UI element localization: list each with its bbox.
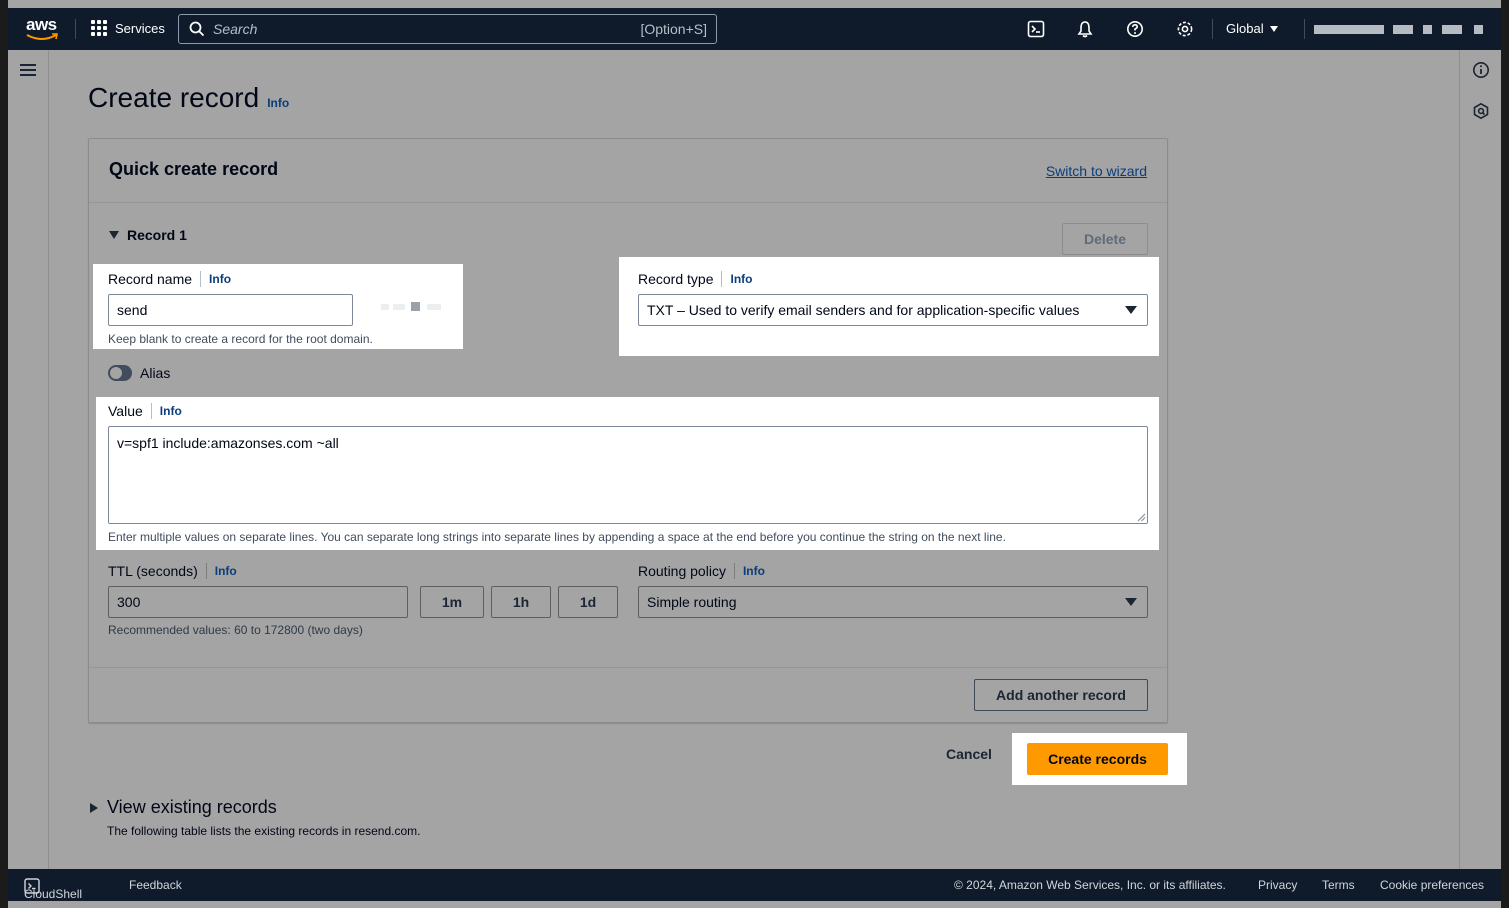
record-name-info-link[interactable]: Info — [209, 272, 231, 286]
resize-handle-icon[interactable] — [1137, 513, 1146, 522]
record-type-value: TXT – Used to verify email senders and f… — [647, 302, 1080, 318]
routing-value: Simple routing — [647, 594, 737, 610]
menu-icon[interactable] — [20, 64, 36, 76]
right-rail — [1459, 50, 1501, 869]
ttl-label-row: TTL (seconds) Info — [108, 563, 237, 579]
caret-down-icon — [109, 231, 119, 239]
info-panel-icon[interactable] — [1472, 61, 1490, 79]
region-selector[interactable]: Global — [1226, 21, 1278, 36]
cloudshell-label: CloudShell — [24, 887, 83, 901]
copyright-text: © 2024, Amazon Web Services, Inc. or its… — [954, 878, 1226, 892]
caret-down-icon — [1125, 306, 1137, 314]
search-icon — [189, 21, 205, 37]
terms-link[interactable]: Terms — [1322, 878, 1355, 892]
account-menu-part — [1474, 25, 1483, 34]
bell-icon[interactable] — [1076, 20, 1094, 38]
alias-toggle[interactable] — [108, 365, 132, 381]
record-type-section: Record type Info TXT – Used to verify em… — [619, 257, 1159, 356]
routing-policy-select[interactable]: Simple routing — [638, 586, 1148, 618]
nav-divider — [1304, 19, 1305, 39]
ttl-input[interactable]: 300 — [108, 586, 408, 618]
page-info-link[interactable]: Info — [267, 96, 289, 110]
panel-title: Quick create record — [109, 159, 279, 179]
ttl-1d-button[interactable]: 1d — [558, 586, 618, 618]
region-label: Global — [1226, 21, 1264, 36]
page-title: Create record Info — [88, 82, 289, 114]
grid-icon — [91, 20, 107, 36]
search-bar[interactable]: [Option+S] — [178, 14, 717, 44]
record-1-label: Record 1 — [127, 227, 187, 243]
record-type-label: Record type — [638, 271, 714, 287]
gear-icon[interactable] — [1176, 20, 1194, 38]
cloudshell-footer-button[interactable]: CloudShell — [24, 878, 82, 901]
record-type-info-link[interactable]: Info — [730, 272, 752, 286]
create-records-button[interactable]: Create records — [1027, 743, 1168, 775]
panel-footer-divider — [89, 667, 1167, 668]
record-name-label: Record name — [108, 271, 193, 287]
record-name-helper: Keep blank to create a record for the ro… — [108, 332, 373, 346]
account-menu-part — [1423, 25, 1432, 34]
record-name-section: Record name Info send Keep blank to crea… — [93, 264, 463, 349]
routing-label-row: Routing policy Info — [638, 563, 765, 579]
cloudshell-icon[interactable] — [1027, 20, 1045, 38]
feedback-link[interactable]: Feedback — [129, 878, 182, 892]
left-rail — [8, 50, 49, 869]
alias-label: Alias — [140, 365, 171, 381]
record-type-select[interactable]: TXT – Used to verify email senders and f… — [638, 294, 1148, 326]
account-menu-part — [1442, 25, 1462, 34]
delete-button[interactable]: Delete — [1062, 223, 1148, 255]
value-text: v=spf1 include:amazonses.com ~all — [117, 435, 339, 451]
view-existing-title: View existing records — [107, 797, 277, 817]
value-textarea[interactable]: v=spf1 include:amazonses.com ~all — [108, 426, 1148, 524]
view-existing-records-expander[interactable]: View existing records — [90, 797, 277, 818]
value-info-link[interactable]: Info — [160, 404, 182, 418]
record-1-expander[interactable]: Record 1 — [109, 227, 187, 243]
services-menu-button[interactable]: Services — [91, 20, 165, 36]
services-label: Services — [115, 20, 165, 36]
nav-divider — [75, 19, 76, 39]
record-name-input[interactable]: send — [108, 294, 353, 326]
cookie-preferences-link[interactable]: Cookie preferences — [1380, 878, 1484, 892]
switch-to-wizard-link[interactable]: Switch to wizard — [1046, 163, 1147, 179]
account-menu[interactable] — [1314, 25, 1384, 34]
top-navigation: aws Services [Option+S] Global — [8, 8, 1501, 50]
console-footer: CloudShell Feedback © 2024, Amazon Web S… — [8, 869, 1501, 901]
value-helper: Enter multiple values on separate lines.… — [108, 530, 1006, 544]
caret-down-icon — [1125, 598, 1137, 606]
routing-info-link[interactable]: Info — [743, 564, 765, 578]
domain-suffix — [381, 302, 445, 312]
aws-logo-text: aws — [26, 15, 57, 34]
caret-right-icon — [90, 802, 98, 813]
view-existing-description: The following table lists the existing r… — [107, 824, 421, 838]
help-icon[interactable] — [1126, 20, 1144, 38]
nav-divider — [1212, 19, 1213, 39]
amazon-q-icon[interactable] — [1472, 102, 1490, 120]
ttl-1m-button[interactable]: 1m — [420, 586, 484, 618]
ttl-info-link[interactable]: Info — [215, 564, 237, 578]
value-label: Value — [108, 403, 143, 419]
value-section: Value Info v=spf1 include:amazonses.com … — [96, 397, 1159, 550]
caret-down-icon — [1269, 25, 1278, 32]
account-menu-part — [1393, 25, 1413, 34]
search-shortcut: [Option+S] — [640, 21, 707, 37]
search-input[interactable] — [213, 21, 613, 37]
privacy-link[interactable]: Privacy — [1258, 878, 1297, 892]
add-another-record-button[interactable]: Add another record — [974, 679, 1148, 711]
ttl-helper: Recommended values: 60 to 172800 (two da… — [108, 623, 363, 637]
page-title-text: Create record — [88, 82, 260, 113]
panel-header: Quick create record Switch to wizard — [89, 139, 1167, 203]
cancel-button[interactable]: Cancel — [946, 746, 992, 762]
routing-label: Routing policy — [638, 563, 726, 579]
aws-logo[interactable]: aws — [26, 16, 62, 42]
ttl-1h-button[interactable]: 1h — [491, 586, 551, 618]
ttl-label: TTL (seconds) — [108, 563, 198, 579]
